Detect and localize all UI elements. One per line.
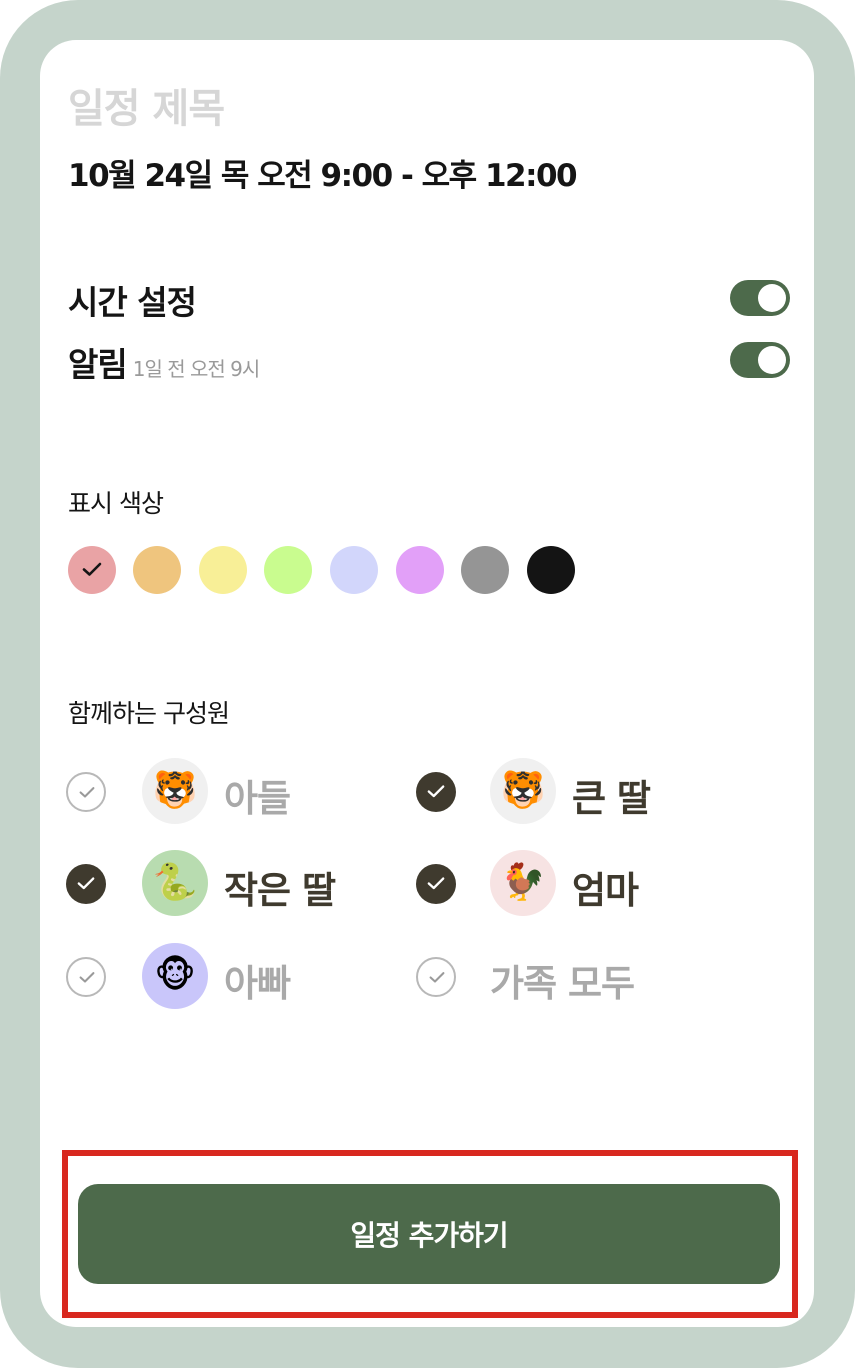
color-swatch[interactable] (396, 546, 444, 594)
member-avatar: 🐓 (490, 850, 556, 916)
color-swatch[interactable] (68, 546, 116, 594)
toggle-knob (758, 346, 786, 374)
color-swatch[interactable] (199, 546, 247, 594)
member-avatar: 🐍 (142, 850, 208, 916)
color-swatch[interactable] (527, 546, 575, 594)
add-schedule-button[interactable]: 일정 추가하기 (78, 1184, 780, 1284)
color-swatch[interactable] (330, 546, 378, 594)
checkmark-icon (427, 785, 445, 798)
rooster-icon: 🐓 (500, 862, 546, 903)
member-name[interactable]: 엄마 (572, 860, 639, 914)
checkmark-icon (77, 877, 95, 890)
member-name[interactable]: 아들 (224, 768, 291, 822)
color-swatch[interactable] (461, 546, 509, 594)
schedule-form-card: 일정 제목 10월 24일 목 오전 9:00 - 오후 12:00 시간 설정… (40, 40, 814, 1327)
member-checkbox[interactable] (66, 772, 106, 812)
member-name[interactable]: 큰 딸 (572, 768, 651, 822)
tiger-icon: 🐯 (152, 770, 198, 811)
member-checkbox[interactable] (416, 957, 456, 997)
time-setting-label: 시간 설정 (68, 283, 197, 322)
checkmark-icon (79, 972, 95, 983)
member-name[interactable]: 가족 모두 (490, 953, 635, 1007)
member-avatar: 🐯 (142, 758, 208, 824)
member-name[interactable]: 작은 딸 (224, 860, 336, 914)
color-swatch[interactable] (264, 546, 312, 594)
member-checkbox[interactable] (416, 772, 456, 812)
schedule-title-input[interactable]: 일정 제목 (68, 76, 225, 134)
monkey-icon: 🐵 (154, 955, 196, 996)
member-checkbox[interactable] (416, 864, 456, 904)
color-swatch[interactable] (133, 546, 181, 594)
snake-icon: 🐍 (152, 862, 198, 903)
member-avatar: 🐵 (142, 943, 208, 1009)
schedule-datetime[interactable]: 10월 24일 목 오전 9:00 - 오후 12:00 (68, 150, 578, 195)
checkmark-icon (429, 972, 445, 983)
alarm-detail: 1일 전 오전 9시 (132, 357, 261, 381)
alarm-label: 알림 (68, 345, 128, 384)
member-checkbox[interactable] (66, 957, 106, 997)
member-name[interactable]: 아빠 (224, 953, 291, 1007)
alarm-row: 알림 1일 전 오전 9시 (68, 338, 261, 386)
alarm-toggle[interactable] (730, 342, 790, 378)
color-section-label: 표시 색상 (68, 489, 164, 518)
tiger-icon: 🐯 (500, 770, 546, 811)
members-section-label: 함께하는 구성원 (68, 699, 230, 728)
time-setting-toggle[interactable] (730, 280, 790, 316)
checkmark-icon (427, 877, 445, 890)
member-checkbox[interactable] (66, 864, 106, 904)
checkmark-icon (82, 562, 102, 576)
toggle-knob (758, 284, 786, 312)
member-avatar: 🐯 (490, 758, 556, 824)
checkmark-icon (79, 787, 95, 798)
